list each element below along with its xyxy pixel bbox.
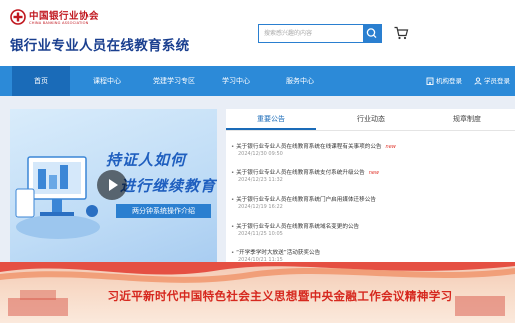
search-button[interactable] bbox=[363, 25, 381, 42]
student-login-link[interactable]: 学员登录 bbox=[474, 66, 510, 96]
news-date: 2024/11/25 10:05 bbox=[238, 231, 283, 237]
org-name-cn: 中国银行业协会 bbox=[29, 11, 100, 22]
main-nav: 首页 课程中心 党建学习专区 学习中心 服务中心 机构登录 学员登录 bbox=[0, 66, 515, 96]
tab-important-notices[interactable]: 重要公告 bbox=[226, 109, 316, 129]
cart-button[interactable] bbox=[393, 25, 409, 41]
user-icon bbox=[474, 77, 482, 85]
header: 中国银行业协会 CHINA BANKING ASSOCIATION 银行业专业人… bbox=[0, 0, 515, 66]
org-login-link[interactable]: 机构登录 bbox=[426, 66, 462, 96]
list-item[interactable]: 关于银行业专业人员在线教育系统在线课程有关事项的公告new 2024/12/30… bbox=[231, 142, 511, 157]
news-title: 关于银行业专业人员在线教育系统支付系统升级公告 bbox=[236, 170, 365, 176]
nav-item-party-study[interactable]: 党建学习专区 bbox=[142, 66, 206, 96]
new-badge: new bbox=[385, 144, 396, 150]
nav-item-home[interactable]: 首页 bbox=[12, 66, 70, 96]
org-login-label: 机构登录 bbox=[436, 77, 462, 85]
banner-subtitle: 两分钟系统操作介绍 bbox=[116, 204, 211, 218]
news-date: 2024/12/23 11:32 bbox=[238, 177, 283, 183]
news-date: 2024/12/19 16:22 bbox=[238, 204, 283, 210]
tab-industry-news[interactable]: 行业动态 bbox=[326, 109, 416, 129]
play-button[interactable] bbox=[97, 170, 127, 200]
play-icon bbox=[109, 179, 118, 191]
new-badge: new bbox=[368, 170, 380, 176]
list-item[interactable]: 关于银行业专业人员在线教育系统域名变更的公告 2024/11/25 10:05 bbox=[231, 222, 511, 237]
student-login-label: 学员登录 bbox=[484, 77, 510, 85]
search-box bbox=[258, 24, 382, 43]
building-icon bbox=[426, 77, 434, 85]
tab-divider bbox=[226, 130, 515, 131]
tab-regulations[interactable]: 规章制度 bbox=[422, 109, 512, 129]
list-item[interactable]: “开学季学时大放送”活动获奖公告 2024/10/21 11:15 bbox=[231, 248, 511, 263]
list-item[interactable]: 关于银行业专业人员在线教育系统门户启用媒体迁移公告 2024/12/19 16:… bbox=[231, 195, 511, 210]
org-name-en: CHINA BANKING ASSOCIATION bbox=[29, 21, 89, 25]
list-item[interactable]: 关于银行业专业人员在线教育系统支付系统升级公告new 2024/12/23 11… bbox=[231, 168, 511, 183]
news-panel: 重要公告 行业动态 规章制度 关于银行业专业人员在线教育系统在线课程有关事项的公… bbox=[226, 109, 515, 263]
nav-item-service-center[interactable]: 服务中心 bbox=[270, 66, 330, 96]
site-title: 银行业专业人员在线教育系统 bbox=[10, 38, 190, 54]
news-title: 关于银行业专业人员在线教育系统门户启用媒体迁移公告 bbox=[236, 197, 376, 203]
nav-item-learning-center[interactable]: 学习中心 bbox=[210, 66, 262, 96]
news-title: 关于银行业专业人员在线教育系统域名变更的公告 bbox=[236, 224, 360, 230]
news-title: 关于银行业专业人员在线教育系统在线课程有关事项的公告 bbox=[236, 144, 382, 150]
cba-logo-icon bbox=[10, 9, 26, 25]
nav-item-courses[interactable]: 课程中心 bbox=[78, 66, 136, 96]
study-campaign-title: 习近平新时代中国特色社会主义思想暨中央金融工作会议精神学习 bbox=[107, 289, 453, 303]
cart-icon bbox=[394, 26, 409, 40]
search-icon bbox=[366, 28, 377, 39]
news-date: 2024/12/30 09:50 bbox=[238, 151, 283, 157]
banner-title-line1: 持证人如何 bbox=[106, 151, 187, 169]
search-input[interactable] bbox=[259, 25, 368, 42]
news-title: “开学季学时大放送”活动获奖公告 bbox=[236, 250, 321, 256]
banner-title-line2: 进行继续教育 bbox=[120, 177, 217, 195]
